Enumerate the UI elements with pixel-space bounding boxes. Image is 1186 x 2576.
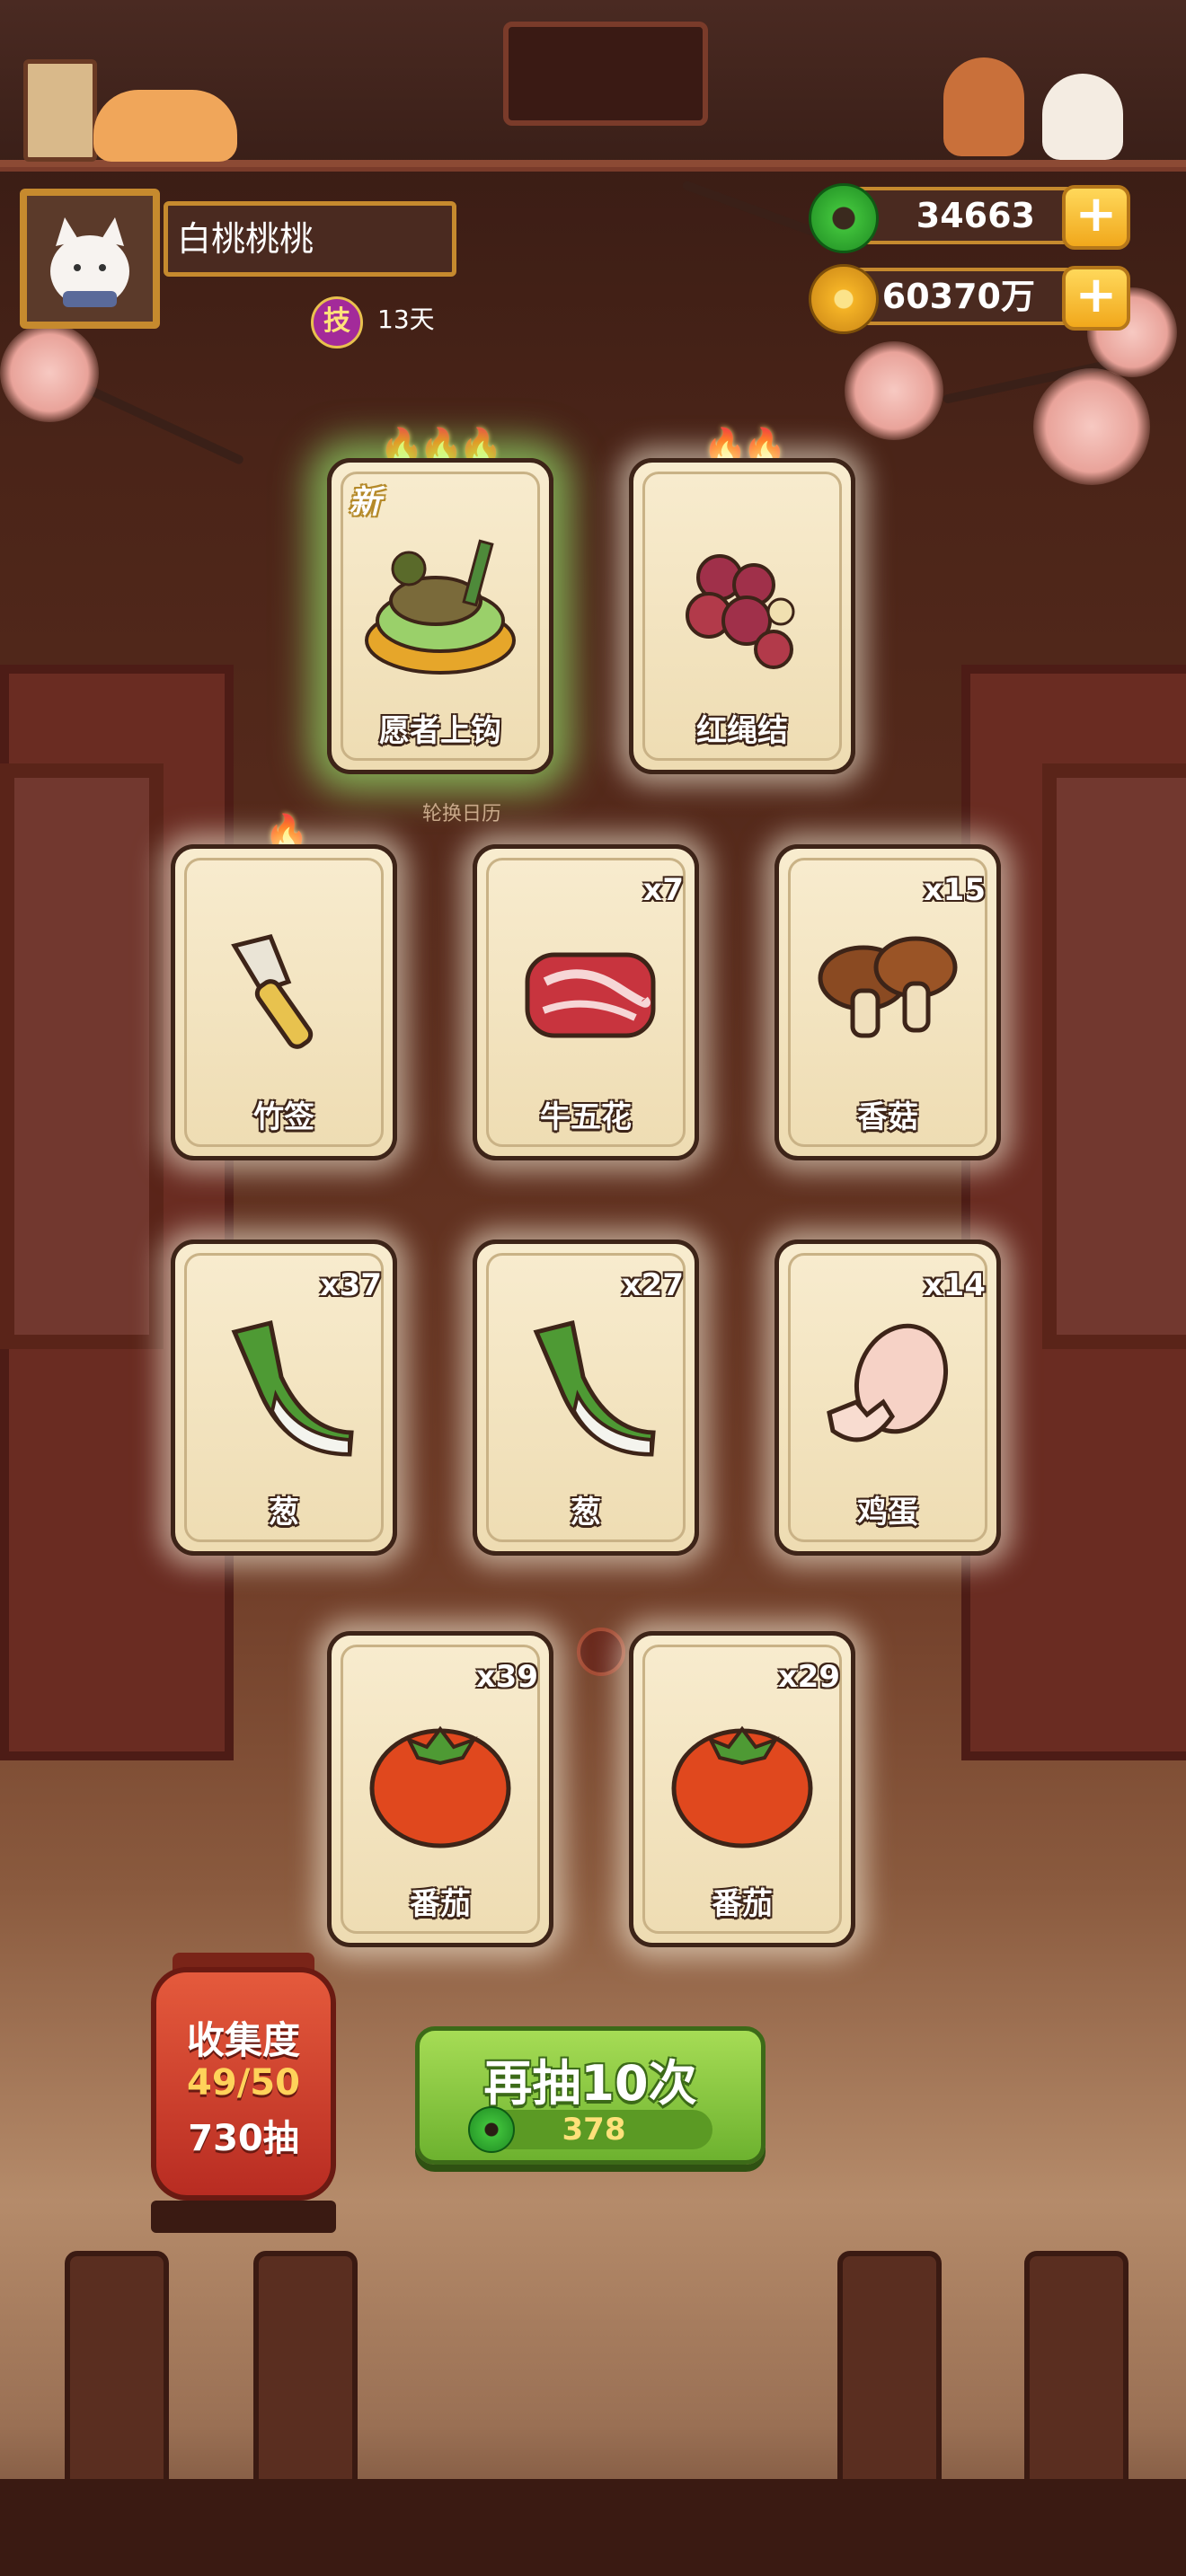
draw-cost: 378 [468, 2106, 712, 2153]
blossom [1033, 368, 1150, 485]
fence-post [253, 2251, 358, 2495]
card-label: 番茄 [712, 1886, 773, 1922]
egg-icon [802, 1296, 973, 1467]
card-label: 香菇 [857, 1099, 918, 1135]
master-portrait-icon[interactable] [503, 22, 708, 126]
new-tag: 新 [349, 484, 382, 521]
draw-cost-value: 378 [562, 2112, 626, 2148]
blossom [0, 323, 99, 422]
girl-character-icon [943, 57, 1024, 156]
player-avatar[interactable] [20, 189, 160, 329]
fence-post [65, 2251, 169, 2495]
card-label: 葱 [269, 1495, 299, 1531]
gold-currency: 60370万 + [809, 264, 1130, 334]
card-label: 竹签 [253, 1099, 314, 1135]
cat-icon [93, 90, 237, 162]
days-count: 13天 [377, 304, 435, 334]
mushroom-icon [802, 901, 973, 1072]
add-jade-button[interactable]: + [1062, 185, 1130, 250]
rotation-calendar-label[interactable]: 轮换日历 [422, 798, 501, 826]
jade-currency: 34663 + [809, 183, 1130, 253]
avatar-cat-icon [43, 205, 137, 313]
center-ornament [577, 1628, 625, 1676]
red-knot-icon [657, 515, 828, 685]
collection-title: 收集度 [186, 2018, 300, 2062]
fence-post [1024, 2251, 1128, 2495]
jade-value: 34663 [916, 196, 1035, 235]
player-name: 白桃桃桃 [164, 201, 456, 277]
draw-again-button[interactable]: 再抽10次 378 [415, 2026, 766, 2165]
blossom [845, 341, 943, 440]
card-tomato-1[interactable]: x39 番茄 [327, 1631, 553, 1947]
beef-slice-icon [500, 901, 671, 1072]
card-label: 番茄 [410, 1886, 471, 1922]
card-scallion-2[interactable]: x27 葱 [473, 1239, 699, 1556]
collection-lantern[interactable]: 收集度 49/50 730抽 [151, 1967, 336, 2201]
card-featured-2[interactable]: 红绳结 [629, 458, 855, 774]
card-tomato-2[interactable]: x29 番茄 [629, 1631, 855, 1947]
scallion-icon [500, 1296, 671, 1467]
gold-coin-icon [809, 264, 879, 334]
scroll-icon[interactable] [23, 59, 97, 162]
right-window-lattice [1042, 763, 1186, 1349]
add-gold-button[interactable]: + [1062, 266, 1130, 331]
card-bamboo-skewer[interactable]: 竹签 [171, 844, 397, 1160]
lantern-stand [151, 2201, 336, 2233]
tomato-icon [355, 1688, 526, 1858]
fish-dish-icon [355, 515, 526, 685]
fence-post [837, 2251, 942, 2495]
card-egg[interactable]: x14 鸡蛋 [774, 1239, 1001, 1556]
skill-badge[interactable]: 技 [311, 296, 363, 348]
bamboo-skewer-icon [199, 901, 369, 1072]
gold-value: 60370万 [881, 277, 1035, 316]
card-beef-belly[interactable]: x7 牛五花 [473, 844, 699, 1160]
collection-progress: 49/50 [187, 2062, 300, 2104]
card-scallion-1[interactable]: x37 葱 [171, 1239, 397, 1556]
draw-again-label: 再抽10次 [483, 2055, 697, 2112]
card-label: 鸡蛋 [857, 1495, 918, 1531]
left-window-lattice [0, 763, 164, 1349]
tomato-icon [657, 1688, 828, 1858]
collection-draws: 730抽 [188, 2118, 299, 2159]
card-label: 牛五花 [540, 1099, 632, 1135]
card-label: 愿者上钩 [379, 713, 501, 749]
jade-coin-icon [809, 183, 879, 253]
scallion-icon [199, 1296, 369, 1467]
card-label: 葱 [571, 1495, 601, 1531]
card-label: 红绳结 [696, 713, 788, 749]
white-cat-icon [1042, 74, 1123, 160]
card-shiitake[interactable]: x15 香菇 [774, 844, 1001, 1160]
floor [0, 2479, 1186, 2576]
